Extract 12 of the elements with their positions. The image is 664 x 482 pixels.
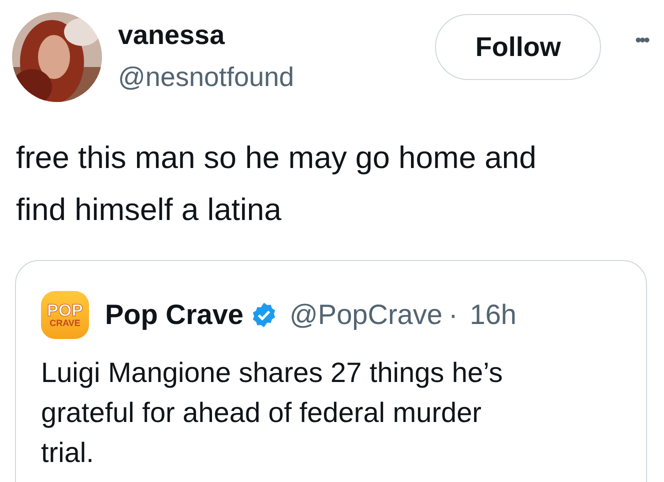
pop-crave-logo: POP CRAVE [41, 291, 89, 339]
quoted-tweet-text: Luigi Mangione shares 27 things he’s grateful for ahead of federal murder trial. [41, 356, 504, 470]
timestamp[interactable]: 16h [470, 299, 516, 331]
quoted-tweet-card[interactable]: POP CRAVE Pop Crave @PopCrave · 16h Luigi Mangione shares 27 things he’s grateful for ahead of federal murder trial. [15, 260, 647, 482]
tweet-text: free this man so he may go home and find himself a latina [16, 139, 538, 229]
separator-dot: · [448, 299, 458, 331]
author-handle[interactable]: @nesnotfound [118, 60, 294, 94]
more-button[interactable]: ••• [635, 30, 648, 51]
follow-button[interactable]: Follow [435, 14, 602, 80]
author-name[interactable]: vanessa [118, 18, 294, 52]
quoted-author-name[interactable]: Pop Crave [105, 299, 244, 331]
quoted-handle[interactable]: @PopCrave [290, 299, 442, 331]
